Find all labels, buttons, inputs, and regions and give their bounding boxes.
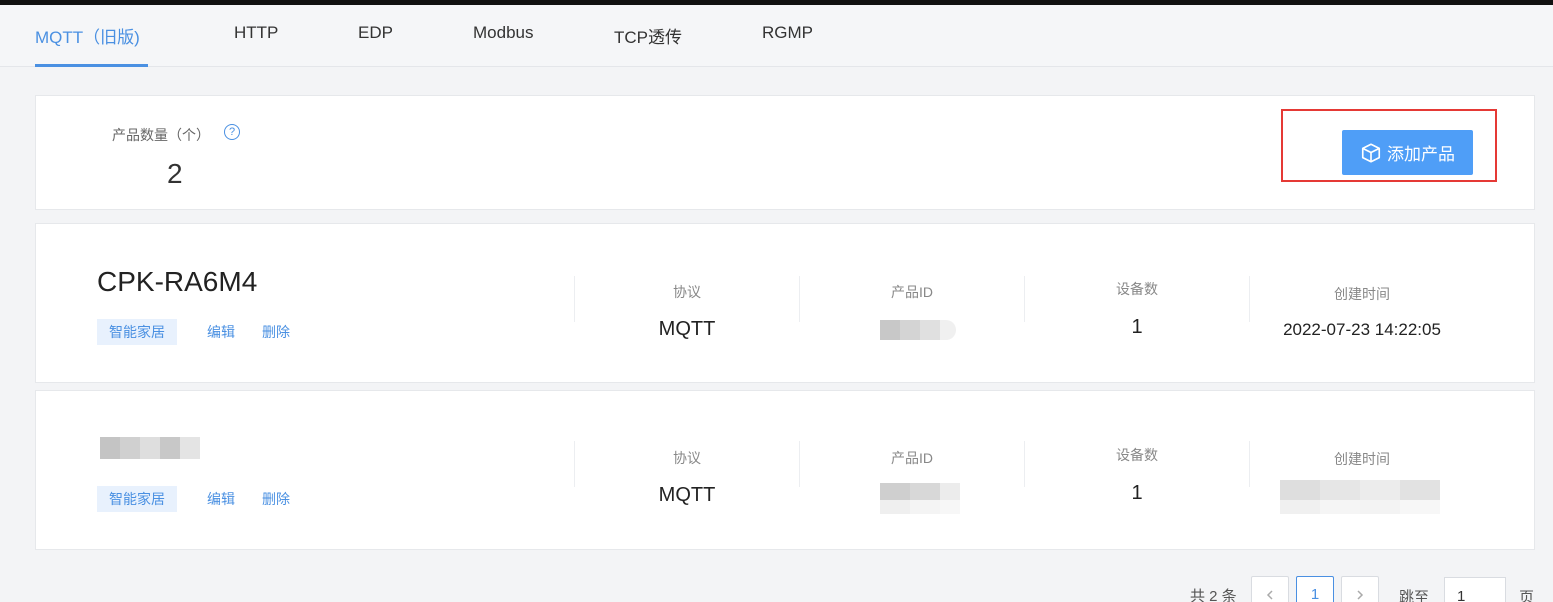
redacted-product-id [880, 320, 956, 340]
add-product-label: 添加产品 [1387, 145, 1455, 164]
product-card: CPK-RA6M4 智能家居 编辑 删除 协议 MQTT 产品ID 设备数 1 … [35, 223, 1535, 383]
tab-tcp[interactable]: TCP透传 [614, 23, 682, 67]
tab-rgmp[interactable]: RGMP [762, 23, 813, 67]
edit-link[interactable]: 编辑 [207, 489, 235, 509]
tab-modbus[interactable]: Modbus [473, 23, 533, 67]
prev-page-button[interactable] [1251, 576, 1289, 602]
redacted-product-id [880, 483, 960, 514]
created-time-label: 创建时间 [1334, 451, 1390, 467]
next-page-button[interactable] [1341, 576, 1379, 602]
device-count-label: 设备数 [1116, 447, 1158, 463]
redacted-product-name[interactable] [100, 437, 200, 459]
redacted-created-time [1280, 480, 1440, 514]
protocol-value: MQTT [658, 318, 716, 340]
edit-link[interactable]: 编辑 [207, 322, 235, 342]
product-tag: 智能家居 [97, 486, 177, 512]
cube-icon [1361, 142, 1381, 163]
tab-edp[interactable]: EDP [358, 23, 393, 67]
device-count-value[interactable]: 1 [1024, 316, 1250, 339]
delete-link[interactable]: 删除 [262, 489, 290, 509]
protocol-label: 协议 [673, 284, 701, 300]
product-tag: 智能家居 [97, 319, 177, 345]
product-id-label: 产品ID [891, 284, 933, 300]
page-1-button[interactable]: 1 [1296, 576, 1334, 602]
created-time-label: 创建时间 [1334, 286, 1390, 302]
jump-page-input[interactable] [1444, 577, 1506, 602]
protocol-label: 协议 [673, 450, 701, 466]
device-count-label: 设备数 [1116, 281, 1158, 297]
product-card: 智能家居 编辑 删除 协议 MQTT 产品ID 设备数 1 创建时间 [35, 390, 1535, 550]
chevron-right-icon [1357, 590, 1364, 600]
product-count-value: 2 [167, 158, 183, 189]
tab-mqtt[interactable]: MQTT（旧版) [35, 23, 148, 67]
chevron-left-icon [1266, 590, 1273, 600]
product-count-label: 产品数量（个） [112, 127, 210, 143]
page-unit-label: 页 [1519, 589, 1535, 602]
protocol-value: MQTT [658, 484, 716, 506]
delete-link[interactable]: 删除 [262, 322, 290, 342]
product-summary-card: 产品数量（个） ? 2 添加产品 [35, 95, 1535, 210]
product-name[interactable]: CPK-RA6M4 [97, 266, 257, 298]
pagination-total: 共 2 条 [1190, 588, 1237, 602]
question-circle-icon[interactable]: ? [224, 124, 240, 140]
created-time-value: 2022-07-23 14:22:05 [1283, 320, 1441, 339]
device-count-value[interactable]: 1 [1024, 482, 1250, 505]
tab-http[interactable]: HTTP [234, 23, 278, 67]
add-product-button[interactable]: 添加产品 [1342, 130, 1473, 175]
protocol-tabs: MQTT（旧版) HTTP EDP Modbus TCP透传 RGMP [0, 5, 1553, 67]
product-id-label: 产品ID [891, 450, 933, 466]
jump-to-label: 跳至 [1399, 589, 1430, 602]
